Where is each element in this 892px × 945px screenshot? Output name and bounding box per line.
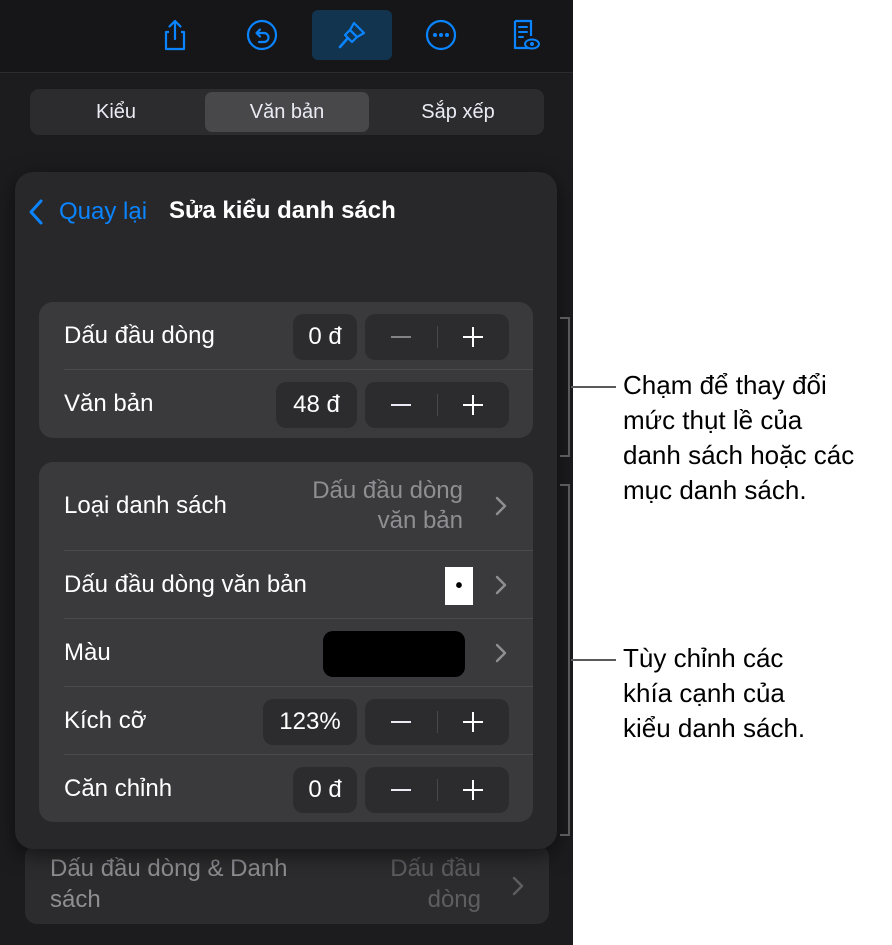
text-indent-row: Văn bản 48 đ bbox=[39, 370, 533, 438]
list-type-label: Loại danh sách bbox=[64, 492, 227, 519]
alignment-value[interactable]: 0 đ bbox=[293, 767, 357, 813]
back-button[interactable]: Quay lại bbox=[27, 196, 147, 228]
text-indent-value[interactable]: 48 đ bbox=[276, 382, 357, 428]
indent-group: Dấu đầu dòng 0 đ Văn bản 48 đ bbox=[39, 302, 533, 438]
format-brush-icon bbox=[338, 21, 366, 49]
chevron-right-icon bbox=[512, 876, 524, 896]
bullet-indent-stepper bbox=[365, 314, 509, 360]
tab-arrange[interactable]: Sắp xếp bbox=[375, 92, 541, 132]
tab-text[interactable]: Văn bản bbox=[205, 92, 369, 132]
list-style-group: Loại danh sách Dấu đầu dòng văn bản Dấu … bbox=[39, 462, 533, 822]
minus-icon bbox=[391, 789, 411, 791]
bullet-indent-row: Dấu đầu dòng 0 đ bbox=[39, 302, 533, 370]
decrease-button[interactable] bbox=[365, 699, 437, 745]
app-panel: Kiểu Văn bản Sắp xếp Dấu đầu dòng & Danh… bbox=[0, 0, 573, 945]
undo-icon bbox=[246, 19, 278, 51]
toolbar bbox=[0, 0, 573, 72]
format-tabs: Kiểu Văn bản Sắp xếp bbox=[30, 89, 544, 135]
increase-button[interactable] bbox=[437, 382, 509, 428]
bullets-lists-label: Dấu đầu dòng & Danh sách bbox=[50, 855, 288, 913]
popover-title: Sửa kiểu danh sách bbox=[169, 197, 396, 224]
size-value[interactable]: 123% bbox=[263, 699, 357, 745]
chevron-right-icon bbox=[495, 575, 507, 595]
increase-button[interactable] bbox=[437, 767, 509, 813]
bullet-indent-label: Dấu đầu dòng bbox=[64, 322, 215, 349]
list-type-row[interactable]: Loại danh sách Dấu đầu dòng văn bản bbox=[39, 462, 533, 550]
color-label: Màu bbox=[64, 639, 111, 666]
color-swatch bbox=[323, 631, 465, 677]
style-callout: Tùy chỉnh các khía cạnh của kiểu danh sá… bbox=[623, 643, 806, 743]
style-bracket bbox=[560, 484, 570, 836]
decrease-button[interactable] bbox=[365, 314, 437, 360]
chevron-right-icon bbox=[495, 643, 507, 663]
chevron-left-icon bbox=[29, 199, 43, 225]
indent-bracket bbox=[560, 317, 570, 457]
decrease-button[interactable] bbox=[365, 382, 437, 428]
minus-icon bbox=[391, 336, 411, 338]
alignment-stepper bbox=[365, 767, 509, 813]
indent-leader-line bbox=[571, 386, 616, 388]
size-row: Kích cỡ 123% bbox=[39, 687, 533, 755]
edit-list-style-popover: Quay lại Sửa kiểu danh sách Dấu đầu dòng… bbox=[15, 172, 557, 849]
reading-view-icon bbox=[513, 19, 540, 50]
decrease-button[interactable] bbox=[365, 767, 437, 813]
minus-icon bbox=[391, 404, 411, 406]
size-label: Kích cỡ bbox=[64, 707, 147, 734]
share-icon bbox=[164, 19, 186, 51]
undo-button[interactable] bbox=[229, 10, 295, 60]
plus-icon bbox=[463, 780, 483, 800]
more-button[interactable] bbox=[408, 10, 474, 60]
color-row[interactable]: Màu bbox=[39, 619, 533, 687]
bullet-preview: • bbox=[445, 567, 473, 605]
alignment-label: Căn chỉnh bbox=[64, 775, 173, 802]
text-indent-label: Văn bản bbox=[64, 390, 154, 417]
plus-icon bbox=[463, 395, 483, 415]
list-type-value: Dấu đầu dòng văn bản bbox=[312, 477, 463, 534]
toolbar-divider bbox=[0, 72, 573, 73]
more-icon bbox=[425, 19, 457, 51]
text-bullet-row[interactable]: Dấu đầu dòng văn bản • bbox=[39, 551, 533, 619]
back-label: Quay lại bbox=[59, 198, 148, 225]
minus-icon bbox=[391, 721, 411, 723]
bullets-lists-value: Dấu đầu dòng bbox=[390, 855, 481, 913]
alignment-row: Căn chỉnh 0 đ bbox=[39, 755, 533, 823]
chevron-right-icon bbox=[495, 496, 507, 516]
text-bullet-label: Dấu đầu dòng văn bản bbox=[64, 571, 307, 598]
text-indent-stepper bbox=[365, 382, 509, 428]
plus-icon bbox=[463, 327, 483, 347]
style-leader-line bbox=[571, 659, 616, 661]
increase-button[interactable] bbox=[437, 314, 509, 360]
share-button[interactable] bbox=[142, 10, 208, 60]
increase-button[interactable] bbox=[437, 699, 509, 745]
bullets-lists-row: Dấu đầu dòng & Danh sách Dấu đầu dòng bbox=[25, 845, 549, 924]
tab-style[interactable]: Kiểu bbox=[33, 92, 199, 132]
reading-view-button[interactable] bbox=[491, 10, 557, 60]
bullet-indent-value[interactable]: 0 đ bbox=[293, 314, 357, 360]
indent-callout: Chạm để thay đổi mức thụt lề của danh sá… bbox=[623, 370, 855, 505]
format-button[interactable] bbox=[312, 10, 392, 60]
plus-icon bbox=[463, 712, 483, 732]
size-stepper bbox=[365, 699, 509, 745]
